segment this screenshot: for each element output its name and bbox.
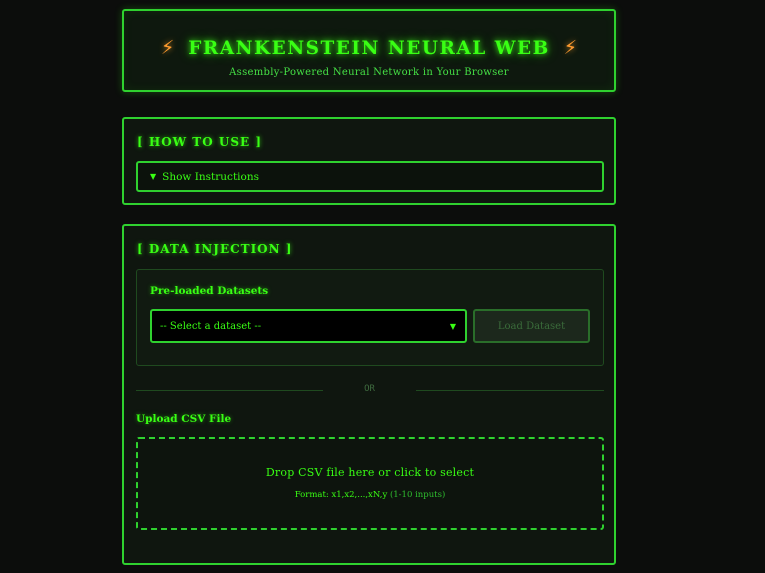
data-injection-panel: [ DATA INJECTION ] Pre-loaded Datasets -…: [122, 224, 616, 565]
data-injection-heading: [ DATA INJECTION ]: [137, 242, 293, 256]
divider-line-left: [136, 390, 323, 391]
format-text: Format: x1,x2,...,xN,y: [294, 490, 388, 500]
load-dataset-button[interactable]: Load Dataset: [473, 309, 590, 343]
how-to-use-panel: [ HOW TO USE ] ▼ Show Instructions: [122, 117, 616, 205]
upload-csv-heading: Upload CSV File: [136, 413, 232, 425]
dropzone-format: Format: x1,x2,...,xN,y (1-10 inputs): [138, 490, 602, 500]
csv-dropzone[interactable]: Drop CSV file here or click to select Fo…: [136, 437, 604, 530]
preloaded-datasets-heading: Pre-loaded Datasets: [150, 285, 269, 297]
dataset-select[interactable]: -- Select a dataset -- ▼: [150, 309, 467, 343]
chevron-down-icon: ▼: [449, 321, 456, 331]
app-title: FRANKENSTEIN NEURAL WEB: [188, 37, 550, 59]
dropzone-instructions: Drop CSV file here or click to select: [265, 466, 475, 479]
divider-line-right: [416, 390, 604, 391]
show-instructions-toggle[interactable]: ▼ Show Instructions: [136, 161, 604, 192]
title-row: ⚡ FRANKENSTEIN NEURAL WEB ⚡: [124, 37, 614, 59]
dataset-select-value: -- Select a dataset --: [160, 320, 262, 332]
page: ⚡ FRANKENSTEIN NEURAL WEB ⚡ Assembly-Pow…: [0, 0, 765, 573]
show-instructions-label: Show Instructions: [162, 170, 259, 183]
lightning-bolt-icon: ⚡: [161, 35, 175, 60]
app-subtitle: Assembly-Powered Neural Network in Your …: [229, 67, 509, 78]
header-panel: ⚡ FRANKENSTEIN NEURAL WEB ⚡ Assembly-Pow…: [122, 9, 616, 92]
disclosure-triangle-icon: ▼: [150, 172, 157, 181]
preloaded-datasets-box: Pre-loaded Datasets -- Select a dataset …: [136, 269, 604, 366]
format-hint: (1-10 inputs): [389, 490, 446, 500]
lightning-bolt-icon: ⚡: [563, 35, 577, 60]
how-to-use-heading: [ HOW TO USE ]: [137, 135, 262, 149]
or-divider-text: OR: [364, 384, 375, 394]
